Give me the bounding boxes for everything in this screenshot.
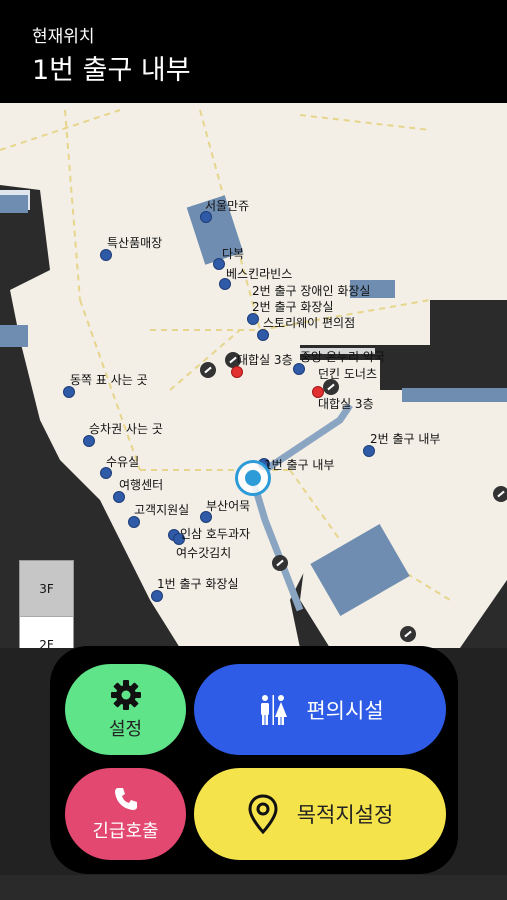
poi-marker-exit[interactable] (231, 366, 243, 378)
floor-button-2f[interactable]: 2F (20, 617, 73, 648)
poi-marker[interactable] (83, 435, 95, 447)
phone-icon (114, 788, 137, 810)
poi-label: 대합실 3층 (318, 397, 374, 411)
escalator-icon[interactable] (272, 555, 288, 571)
poi-label: 스토리웨이 편의점 (263, 316, 356, 330)
poi-marker[interactable] (63, 386, 75, 398)
poi-marker[interactable] (257, 329, 269, 341)
amenities-button[interactable]: 편의시설 (194, 664, 446, 755)
settings-button[interactable]: 설정 (65, 664, 186, 755)
emergency-call-button[interactable]: 긴급호출 (65, 768, 186, 860)
emergency-call-label: 긴급호출 (92, 821, 159, 842)
poi-label: 중앙 온누리 약국 (300, 350, 385, 364)
poi-label: 다복 (222, 247, 245, 261)
poi-label: 여행센터 (119, 478, 164, 492)
current-location-header: 현재위치 1번 출구 내부 (0, 0, 507, 103)
floor-selector: 3F 2F B1 (19, 560, 74, 648)
poi-label: 고객지원실 (134, 503, 190, 517)
set-destination-button[interactable]: 목적지설정 (194, 768, 446, 860)
current-location-marker (235, 460, 271, 496)
poi-label: 승차권 사는 곳 (89, 422, 163, 436)
poi-label: 베스킨라빈스 (226, 267, 293, 281)
current-location-caption: 현재위치 (32, 27, 95, 47)
map-pin-icon (248, 794, 278, 834)
escalator-icon[interactable] (323, 379, 339, 395)
bottom-bar (0, 875, 507, 900)
indoor-map[interactable]: 서울만쥬 특산품매장 다복 베스킨라빈스 2번 출구 장애인 화장실 2번 출구… (0, 103, 507, 648)
poi-label: 인삼 호두과자 (180, 527, 251, 541)
poi-marker[interactable] (151, 590, 163, 602)
set-destination-label: 목적지설정 (296, 803, 394, 827)
escalator-icon[interactable] (200, 362, 216, 378)
poi-label: 대합실 3층 (237, 353, 293, 367)
poi-marker[interactable] (113, 491, 125, 503)
poi-label: 2번 출구 화장실 (252, 300, 334, 314)
current-location-title: 1번 출구 내부 (32, 55, 191, 86)
amenities-label: 편의시설 (306, 698, 384, 723)
poi-label: 2번 출구 장애인 화장실 (252, 284, 371, 298)
escalator-icon[interactable] (400, 626, 416, 642)
poi-label: 서울만쥬 (205, 199, 250, 213)
floor-button-3f[interactable]: 3F (20, 561, 73, 617)
poi-label: 1번 출구 내부 (264, 458, 335, 472)
poi-marker[interactable] (100, 249, 112, 261)
poi-label: 동쪽 표 사는 곳 (70, 373, 148, 387)
poi-marker[interactable] (128, 516, 140, 528)
poi-label: 특산품매장 (107, 236, 163, 250)
poi-label: 수유실 (106, 455, 140, 469)
restroom-icon (261, 694, 288, 725)
poi-marker[interactable] (363, 445, 375, 457)
escalator-icon[interactable] (493, 486, 507, 502)
poi-label: 부산어묵 (206, 499, 251, 513)
poi-label: 여수갓김치 (176, 546, 232, 560)
settings-label: 설정 (108, 718, 143, 740)
poi-label: 1번 출구 화장실 (157, 577, 239, 591)
gear-icon (110, 679, 141, 710)
poi-label: 2번 출구 내부 (370, 432, 441, 446)
poi-marker[interactable] (293, 363, 305, 375)
poi-marker[interactable] (247, 313, 259, 325)
